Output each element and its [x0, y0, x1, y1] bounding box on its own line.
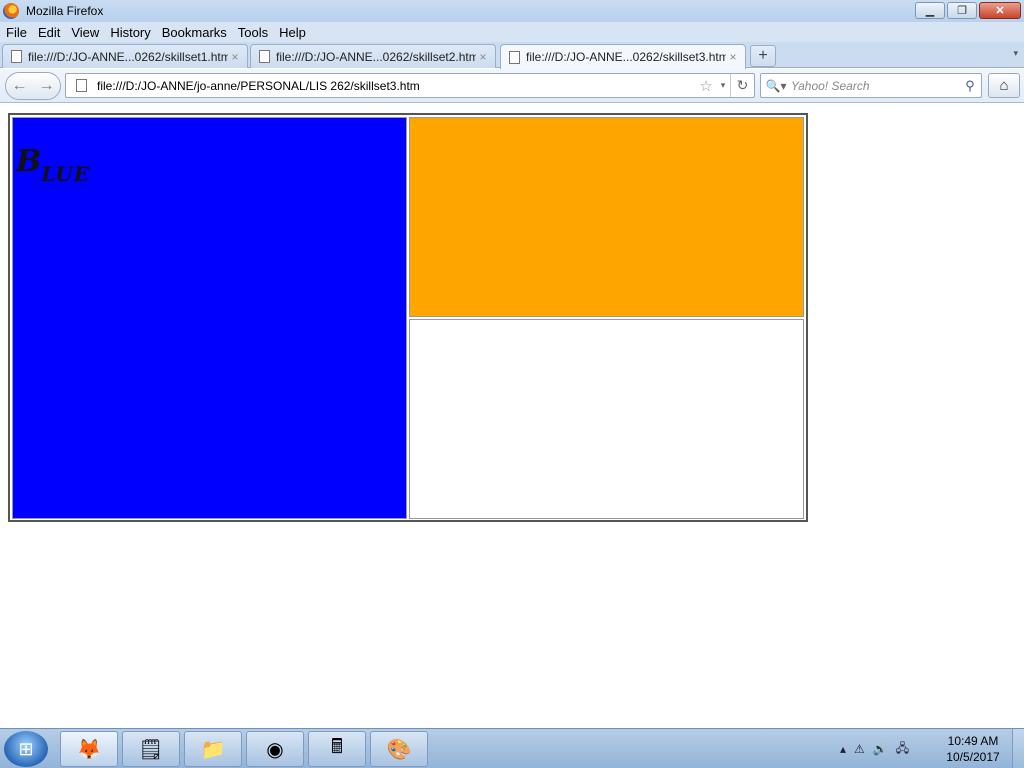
tray-expand-icon[interactable]: ▴	[840, 742, 846, 756]
page-icon	[11, 50, 22, 63]
taskbar: ⊞ 🦊 🗒 📁 ◉ 🖩 🎨 ▴ ⚠ 🔊 🖧 10:49 AM 10/5/2017	[0, 728, 1024, 768]
tab-skillset1[interactable]: file:///D:/JO-ANNE...0262/skillset1.htm …	[2, 44, 248, 68]
menu-tools[interactable]: Tools	[238, 25, 268, 40]
tab-skillset3[interactable]: file:///D:/JO-ANNE...0262/skillset3.htm …	[500, 44, 746, 69]
close-button[interactable]: ✕	[979, 2, 1021, 19]
clock-time: 10:49 AM	[947, 734, 999, 748]
tab-label: file:///D:/JO-ANNE...0262/skillset2.htm	[276, 49, 476, 64]
blue-cell: BLUE	[12, 117, 407, 519]
tray-volume-icon[interactable]: 🔊	[873, 742, 888, 756]
menu-file[interactable]: File	[6, 25, 27, 40]
page-icon	[259, 50, 270, 63]
menu-edit[interactable]: Edit	[38, 25, 60, 40]
window-title-bar: Mozilla Firefox ▁ ❐ ✕	[0, 0, 1024, 22]
home-button[interactable]: ⌂	[988, 73, 1020, 98]
clock-date: 10/5/2017	[946, 750, 1000, 764]
taskbar-paint-icon[interactable]: 🎨	[370, 731, 428, 767]
page-icon	[76, 79, 87, 92]
page-content: BLUE	[0, 104, 1024, 728]
search-icon[interactable]: ⚲	[959, 78, 981, 94]
maximize-button[interactable]: ❐	[947, 2, 977, 19]
tab-close-icon[interactable]: ×	[228, 50, 242, 64]
tab-close-icon[interactable]: ×	[476, 50, 490, 64]
tab-label: file:///D:/JO-ANNE...0262/skillset3.htm	[526, 50, 726, 64]
tab-label: file:///D:/JO-ANNE...0262/skillset1.htm	[28, 49, 228, 64]
clock[interactable]: 10:49 AM 10/5/2017	[930, 733, 1016, 765]
firefox-icon	[3, 3, 19, 19]
search-engine-icon[interactable]: 🔍▾	[761, 79, 791, 93]
back-forward-group: ← →	[5, 72, 61, 100]
menu-bar: File Edit View History Bookmarks Tools H…	[0, 22, 1024, 42]
blue-label-rest: LUE	[41, 162, 91, 186]
minimize-button[interactable]: ▁	[915, 2, 945, 19]
bookmark-star-icon[interactable]: ☆	[696, 77, 716, 95]
new-tab-button[interactable]: +	[750, 45, 776, 67]
tray-network-icon[interactable]: 🖧	[896, 739, 909, 760]
forward-button[interactable]: →	[33, 77, 60, 95]
taskbar-chrome-icon[interactable]: ◉	[246, 731, 304, 767]
taskbar-file-explorer-icon[interactable]: 📁	[184, 731, 242, 767]
tab-skillset2[interactable]: file:///D:/JO-ANNE...0262/skillset2.htm …	[250, 44, 496, 68]
window-title: Mozilla Firefox	[26, 4, 104, 18]
tab-list-icon[interactable]: ▾	[1013, 48, 1018, 59]
page-icon	[509, 50, 520, 64]
blue-label: BLUE	[16, 144, 90, 186]
url-bar[interactable]: file:///D:/JO-ANNE/jo-anne/PERSONAL/LIS …	[65, 73, 755, 98]
taskbar-firefox-icon[interactable]: 🦊	[60, 731, 118, 767]
white-cell	[409, 319, 804, 519]
taskbar-sticky-notes-icon[interactable]: 🗒	[122, 731, 180, 767]
menu-bookmarks[interactable]: Bookmarks	[162, 25, 227, 40]
menu-help[interactable]: Help	[279, 25, 306, 40]
back-button[interactable]: ←	[6, 77, 33, 95]
menu-history[interactable]: History	[110, 25, 150, 40]
tab-strip: file:///D:/JO-ANNE...0262/skillset1.htm …	[0, 42, 1024, 69]
taskbar-calculator-icon[interactable]: 🖩	[308, 731, 366, 767]
search-input[interactable]: Yahoo! Search	[791, 79, 959, 93]
url-input[interactable]: file:///D:/JO-ANNE/jo-anne/PERSONAL/LIS …	[97, 79, 696, 93]
history-dropdown-icon[interactable]: ▾	[716, 80, 730, 91]
navigation-toolbar: ← → file:///D:/JO-ANNE/jo-anne/PERSONAL/…	[0, 69, 1024, 103]
window-controls: ▁ ❐ ✕	[915, 2, 1021, 19]
menu-view[interactable]: View	[71, 25, 99, 40]
blue-label-initial: B	[16, 144, 42, 179]
reload-button[interactable]: ↻	[730, 74, 754, 97]
color-table: BLUE	[8, 113, 808, 522]
search-bar[interactable]: 🔍▾ Yahoo! Search ⚲	[760, 73, 982, 98]
start-button[interactable]: ⊞	[4, 731, 48, 767]
orange-cell	[409, 117, 804, 317]
show-desktop-button[interactable]	[1012, 729, 1024, 768]
tab-close-icon[interactable]: ×	[726, 50, 740, 64]
tray-warning-icon[interactable]: ⚠	[854, 742, 865, 756]
